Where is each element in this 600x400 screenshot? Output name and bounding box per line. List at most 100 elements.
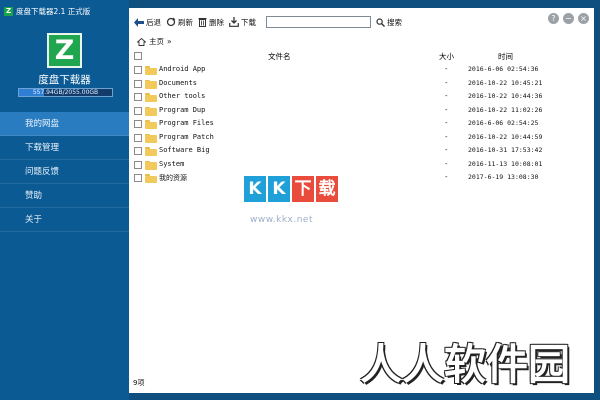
- file-name[interactable]: System: [159, 160, 184, 168]
- row-checkbox[interactable]: [134, 120, 142, 128]
- folder-icon: [145, 160, 157, 170]
- minimize-button[interactable]: −: [563, 13, 574, 24]
- table-row[interactable]: Software Big - 2016-10-31 17:53:42: [133, 145, 542, 159]
- file-size: -: [445, 65, 448, 73]
- row-checkbox[interactable]: [134, 93, 142, 101]
- row-checkbox[interactable]: [134, 106, 142, 115]
- file-size: -: [445, 159, 448, 168]
- file-size: -: [445, 132, 448, 141]
- file-name[interactable]: Documents: [159, 79, 197, 87]
- folder-icon: [145, 93, 157, 102]
- column-header-time[interactable]: 时间: [498, 51, 513, 62]
- breadcrumb-home[interactable]: 主页: [149, 36, 164, 47]
- table-row[interactable]: Android App - 2016-6-06 02:54:36: [133, 64, 538, 78]
- download-label: 下载: [241, 17, 256, 27]
- app-title: 度盘下载器2.1 正式版: [16, 6, 91, 16]
- file-time: 2016-6-06 02:54:25: [468, 119, 539, 127]
- search-button[interactable]: 搜索: [376, 17, 402, 28]
- back-button[interactable]: 后退: [134, 17, 161, 28]
- sidebar-item-downloads[interactable]: 下载管理: [0, 136, 129, 160]
- breadcrumb-separator: »: [167, 37, 172, 46]
- window-controls: ? − ×: [548, 13, 589, 24]
- status-item-count: 9项: [133, 379, 145, 387]
- table-header: 文件名 大小 时间: [133, 50, 533, 64]
- sidebar-item-about[interactable]: 关于: [0, 208, 129, 232]
- row-checkbox[interactable]: [134, 160, 142, 169]
- folder-icon: [145, 147, 157, 156]
- file-name[interactable]: Program Dup: [159, 106, 205, 114]
- breadcrumb: 主页 »: [137, 36, 172, 47]
- file-size: -: [445, 146, 448, 154]
- file-size: -: [445, 78, 448, 87]
- file-name[interactable]: Other tools: [159, 92, 205, 100]
- file-size: -: [445, 92, 448, 100]
- close-button[interactable]: ×: [578, 13, 589, 24]
- refresh-icon: [166, 17, 176, 27]
- sidebar: Z 度盘下载器2.1 正式版 Z 度盘下载器 557.94GB/2055.00G…: [0, 0, 129, 400]
- refresh-label: 刷新: [178, 17, 193, 27]
- file-time: 2017-6-19 13:08:30: [468, 173, 539, 181]
- file-size: -: [445, 173, 448, 181]
- select-all-checkbox[interactable]: [134, 52, 142, 60]
- refresh-button[interactable]: 刷新: [166, 17, 193, 28]
- watermark-char: 下: [292, 176, 314, 202]
- file-name[interactable]: Program Files: [159, 119, 214, 127]
- folder-icon: [145, 120, 157, 129]
- download-button[interactable]: 下载: [229, 17, 256, 28]
- folder-icon: [145, 106, 157, 116]
- table-row[interactable]: Program Patch - 2016-10-22 10:44:59: [133, 132, 542, 146]
- row-checkbox[interactable]: [134, 174, 142, 182]
- row-checkbox[interactable]: [134, 66, 142, 74]
- file-time: 2016-11-13 10:08:01: [468, 159, 543, 168]
- file-name[interactable]: Program Patch: [159, 133, 214, 141]
- folder-icon: [145, 66, 157, 75]
- title-bar: Z 度盘下载器2.1 正式版: [4, 3, 129, 19]
- file-name[interactable]: Android App: [159, 65, 205, 73]
- sidebar-item-my-disk[interactable]: 我的网盘: [0, 112, 129, 136]
- table-row[interactable]: System - 2016-11-13 10:08:01: [133, 159, 542, 173]
- folder-icon: [145, 79, 157, 89]
- search-icon: [376, 17, 385, 27]
- delete-button[interactable]: 删除: [198, 17, 224, 28]
- column-header-size[interactable]: 大小: [439, 51, 454, 62]
- toolbar: 后退 刷新 删除 下载 搜索 ? − ×: [129, 13, 594, 31]
- corner-watermark-text: 人人软件园: [360, 340, 571, 389]
- help-button[interactable]: ?: [548, 13, 559, 24]
- column-header-name[interactable]: 文件名: [268, 51, 291, 62]
- file-time: 2016-6-06 02:54:36: [468, 65, 539, 73]
- table-row[interactable]: Program Files - 2016-6-06 02:54:25: [133, 118, 538, 132]
- sidebar-nav: 我的网盘 下载管理 问题反馈 赞助 关于: [0, 112, 129, 232]
- delete-label: 删除: [209, 17, 224, 27]
- app-icon: Z: [4, 6, 13, 16]
- back-label: 后退: [146, 17, 161, 27]
- file-name[interactable]: Software Big: [159, 146, 210, 154]
- file-table: 文件名 大小 时间 Android App - 2016-6-06 02:54:36…: [133, 50, 542, 186]
- file-time: 2016-10-22 10:44:59: [468, 132, 543, 141]
- file-size: -: [445, 105, 448, 114]
- row-checkbox[interactable]: [134, 133, 142, 142]
- trash-icon: [198, 18, 207, 27]
- search-input[interactable]: [266, 16, 371, 28]
- file-name[interactable]: 我的资源: [159, 173, 187, 183]
- row-checkbox[interactable]: [134, 147, 142, 155]
- table-row[interactable]: Other tools - 2016-10-22 10:44:36: [133, 91, 542, 105]
- folder-icon: [145, 133, 157, 143]
- table-row[interactable]: Program Dup - 2016-10-22 11:02:26: [133, 105, 542, 119]
- app-window: Z 度盘下载器2.1 正式版 Z 度盘下载器 557.94GB/2055.00G…: [0, 0, 600, 400]
- row-checkbox[interactable]: [134, 79, 142, 88]
- main-panel: 后退 刷新 删除 下载 搜索 ? − × 主页 » 文件名 大小 时间 Andr…: [129, 8, 594, 393]
- file-time: 2016-10-22 11:02:26: [468, 105, 543, 114]
- storage-text: 557.94GB/2055.00GB: [32, 89, 99, 96]
- file-time: 2016-10-22 10:44:36: [468, 92, 543, 100]
- table-row[interactable]: Documents - 2016-10-22 10:45:21: [133, 78, 542, 92]
- file-size: -: [445, 119, 448, 127]
- file-time: 2016-10-31 17:53:42: [468, 146, 543, 154]
- storage-bar: 557.94GB/2055.00GB: [18, 88, 113, 97]
- watermark-logo: K K 下 载: [244, 176, 338, 202]
- sidebar-item-sponsor[interactable]: 赞助: [0, 184, 129, 208]
- watermark-char: K: [268, 176, 290, 202]
- home-icon: [137, 37, 146, 46]
- corner-watermark: 人人软件园: [360, 337, 600, 393]
- sidebar-item-feedback[interactable]: 问题反馈: [0, 160, 129, 184]
- watermark-url: www.kkx.net: [250, 215, 313, 225]
